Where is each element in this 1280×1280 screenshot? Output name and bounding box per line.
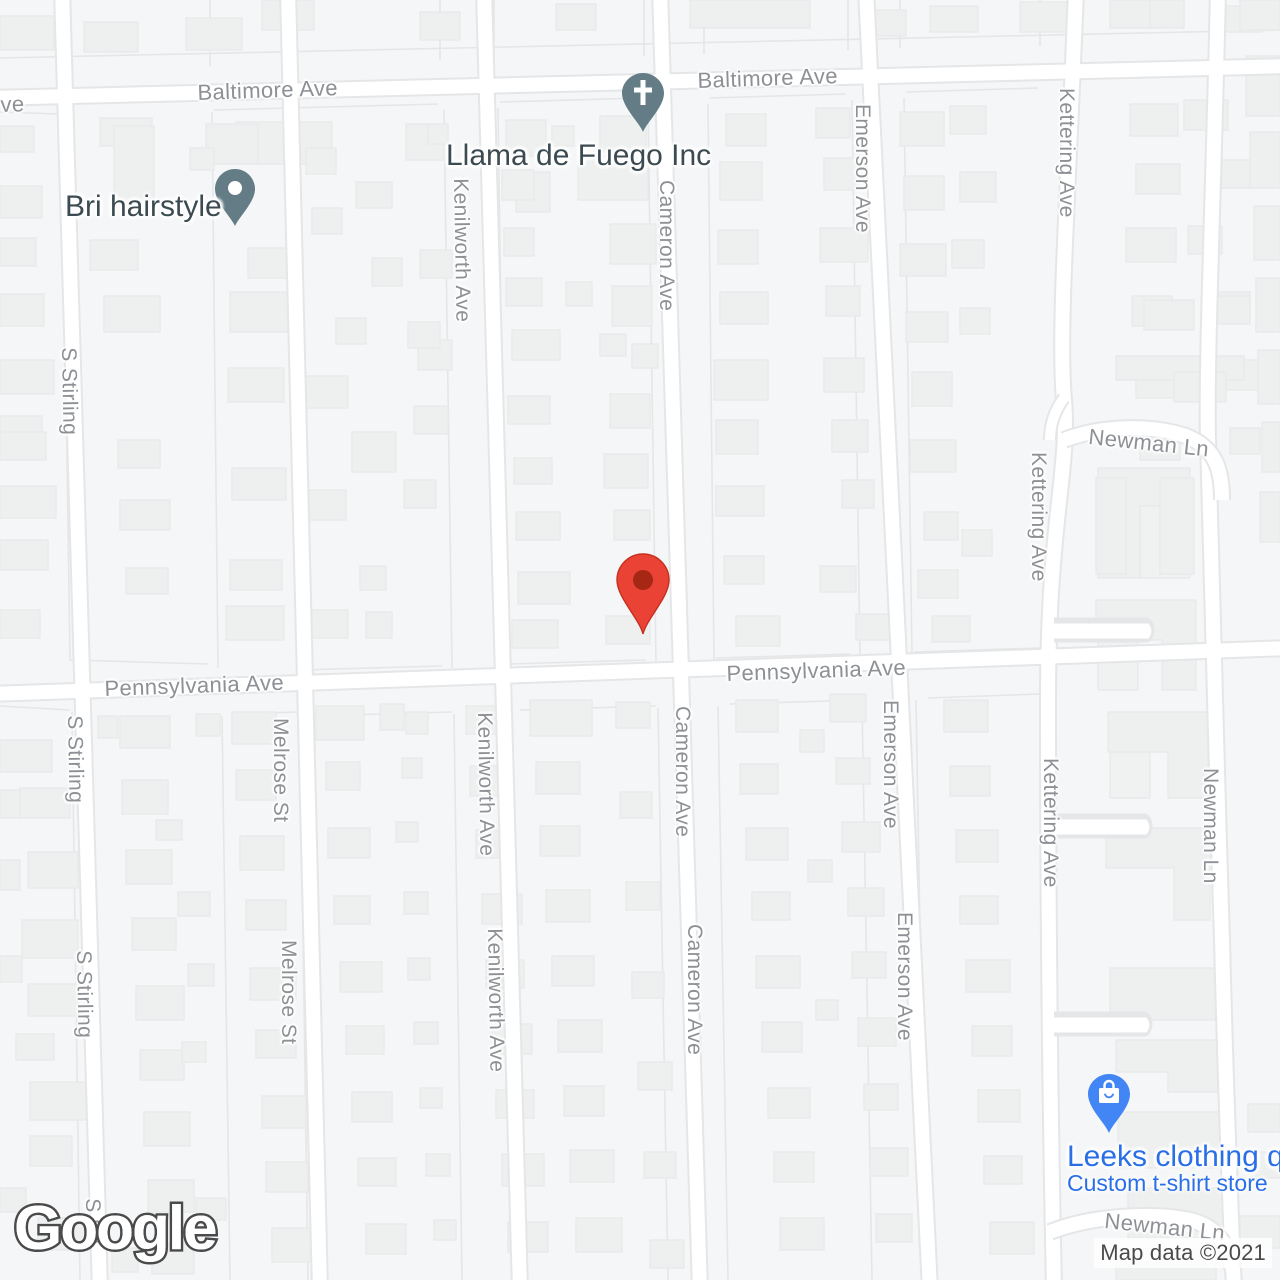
llama-de-fuego-marker[interactable] xyxy=(620,72,666,139)
leeks-clothing-label: Leeks clothing qu xyxy=(1067,1140,1280,1173)
leeks-clothing-marker[interactable] xyxy=(1086,1073,1132,1140)
bri-hairstyle-label: Bri hairstyle xyxy=(65,190,222,223)
selected-location-pin[interactable] xyxy=(612,552,674,643)
llama-de-fuego-label: Llama de Fuego Inc xyxy=(446,139,712,172)
shopping-bag-icon xyxy=(1088,1074,1130,1133)
svg-text:Google: Google xyxy=(14,1195,216,1263)
google-logo[interactable]: Google Google xyxy=(10,1192,250,1272)
leeks-clothing-category: Custom t-shirt store xyxy=(1067,1170,1268,1196)
map-attribution: Map data ©2021 xyxy=(1094,1238,1272,1268)
church-cross-icon xyxy=(622,73,664,132)
google-wordmark-icon: Google Google xyxy=(12,1192,221,1266)
google-map-canvas[interactable]: .rd { stroke:#ffffff; fill:none; stroke-… xyxy=(0,0,1280,1280)
map-pin-icon xyxy=(616,553,670,635)
